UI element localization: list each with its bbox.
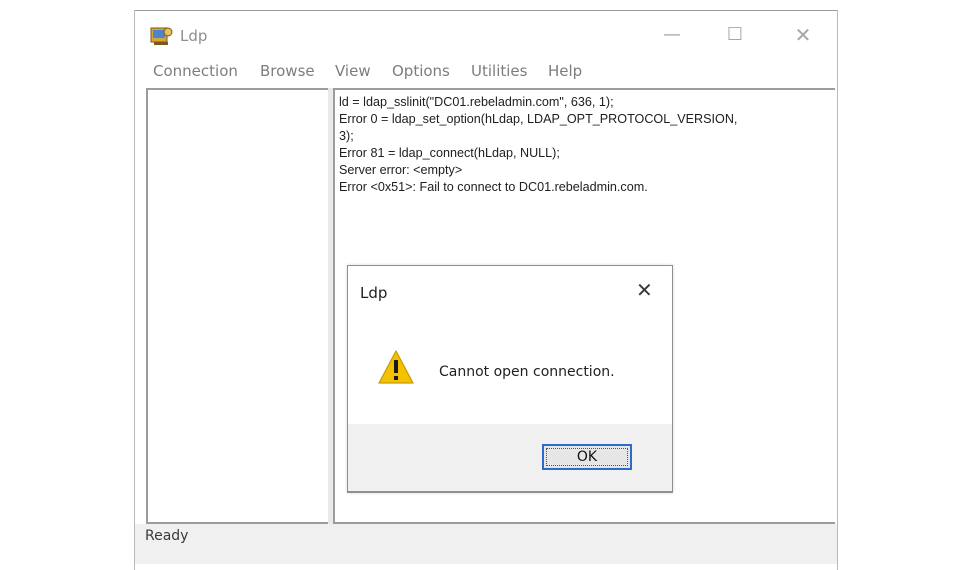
output-line: Server error: <empty>	[339, 163, 463, 177]
status-text: Ready	[145, 528, 189, 544]
status-bar: Ready	[135, 524, 837, 564]
dialog-footer: OK	[348, 424, 672, 492]
dialog-bottom-border	[348, 491, 672, 492]
window-title: Ldp	[180, 27, 208, 45]
menu-view[interactable]: View	[335, 62, 371, 80]
output-line: 3);	[339, 129, 354, 143]
close-button[interactable]: ✕	[791, 23, 815, 47]
tree-pane[interactable]	[146, 88, 330, 524]
ldp-app-icon	[150, 27, 173, 45]
minimize-button[interactable]: —	[660, 23, 684, 47]
output-line: Error <0x51>: Fail to connect to DC01.re…	[339, 180, 648, 194]
ok-button[interactable]: OK	[542, 444, 632, 470]
title-bar[interactable]: Ldp — ☐ ✕	[135, 11, 837, 59]
output-line: ld = ldap_sslinit("DC01.rebeladmin.com",…	[339, 95, 614, 109]
menu-connection[interactable]: Connection	[153, 62, 238, 80]
dialog-message: Cannot open connection.	[439, 364, 615, 380]
error-dialog: Ldp ✕ Cannot open connection. OK	[347, 265, 673, 493]
menu-options[interactable]: Options	[392, 62, 450, 80]
warning-icon	[378, 350, 414, 384]
dialog-close-button[interactable]: ✕	[636, 278, 653, 302]
menu-utilities[interactable]: Utilities	[471, 62, 527, 80]
output-line: Error 0 = ldap_set_option(hLdap, LDAP_OP…	[339, 112, 738, 126]
output-line: Error 81 = ldap_connect(hLdap, NULL);	[339, 146, 560, 160]
maximize-button[interactable]: ☐	[723, 23, 747, 47]
menu-help[interactable]: Help	[548, 62, 582, 80]
output-log: ld = ldap_sslinit("DC01.rebeladmin.com",…	[339, 94, 834, 196]
menu-bar: Connection Browse View Options Utilities…	[135, 62, 837, 84]
dialog-title: Ldp	[360, 284, 388, 302]
menu-browse[interactable]: Browse	[260, 62, 315, 80]
